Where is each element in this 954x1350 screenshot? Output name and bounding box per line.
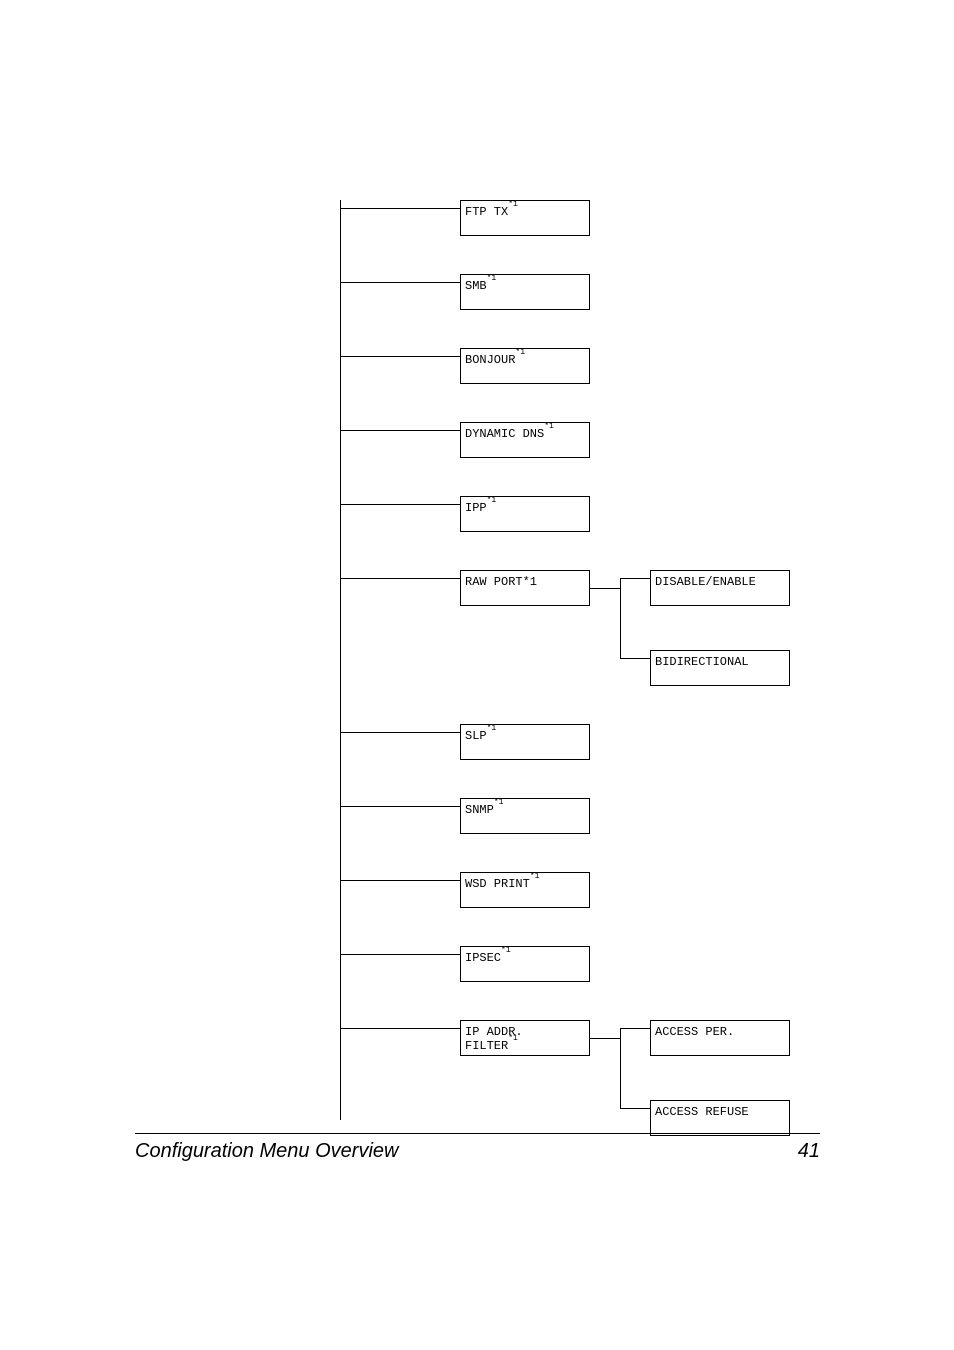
tree-connector — [340, 1028, 460, 1029]
footnote-ref: *1 — [530, 872, 540, 881]
menu-item-raw-port: RAW PORT*1 — [460, 570, 590, 606]
menu-item-smb: SMB*1 — [460, 274, 590, 310]
menu-item-access-refuse: ACCESS REFUSE — [650, 1100, 790, 1136]
footnote-ref: *1 — [501, 946, 511, 955]
footnote-ref: *1 — [494, 798, 504, 807]
footnote-ref: *1 — [544, 422, 554, 431]
menu-item-snmp: SNMP*1 — [460, 798, 590, 834]
menu-item-label: IPSEC — [465, 951, 501, 965]
page-footer: Configuration Menu Overview 41 — [135, 1140, 820, 1163]
menu-item-dynamic-dns: DYNAMIC DNS*1 — [460, 422, 590, 458]
tree-connector — [620, 1028, 650, 1029]
menu-item-label: ACCESS PER. — [655, 1025, 734, 1039]
tree-trunk — [340, 200, 341, 1120]
menu-item-slp: SLP*1 — [460, 724, 590, 760]
tree-connector — [340, 208, 460, 209]
menu-item-label: IPP — [465, 501, 487, 515]
menu-item-raw-port-bidirectional: BIDIRECTIONAL — [650, 650, 790, 686]
menu-item-label: SMB — [465, 279, 487, 293]
footnote-ref: *1 — [487, 496, 497, 505]
menu-item-label: ACCESS REFUSE — [655, 1105, 749, 1119]
menu-item-label: RAW PORT*1 — [465, 575, 537, 589]
tree-connector — [340, 356, 460, 357]
menu-item-label: DYNAMIC DNS — [465, 427, 544, 441]
menu-item-label: SNMP — [465, 803, 494, 817]
footnote-ref: *1 — [487, 724, 497, 733]
menu-item-label: BIDIRECTIONAL — [655, 655, 749, 669]
menu-tree-diagram: FTP TX*1 SMB*1 BONJOUR*1 DYNAMIC DNS*1 I… — [340, 200, 840, 1120]
footnote-ref: *1 — [487, 274, 497, 283]
menu-item-label: DISABLE/ENABLE — [655, 575, 756, 589]
tree-connector — [340, 282, 460, 283]
menu-item-ipp: IPP*1 — [460, 496, 590, 532]
tree-subtrunk — [620, 578, 621, 658]
menu-item-raw-port-disable-enable: DISABLE/ENABLE — [650, 570, 790, 606]
menu-item-label: BONJOUR — [465, 353, 515, 367]
tree-connector — [340, 880, 460, 881]
tree-connector — [340, 578, 460, 579]
footnote-ref: *1 — [508, 1034, 518, 1043]
menu-item-bonjour: BONJOUR*1 — [460, 348, 590, 384]
tree-connector — [340, 504, 460, 505]
tree-connector — [340, 954, 460, 955]
tree-connector — [620, 578, 650, 579]
menu-item-wsd-print: WSD PRINT*1 — [460, 872, 590, 908]
menu-item-ip-addr-filter: IP ADDR.FILTER*1 — [460, 1020, 590, 1056]
tree-connector — [620, 1108, 650, 1109]
footnote-ref: *1 — [515, 348, 525, 357]
footer-title: Configuration Menu Overview — [135, 1140, 398, 1163]
tree-connector — [340, 732, 460, 733]
footnote-ref: *1 — [508, 200, 518, 209]
document-page: FTP TX*1 SMB*1 BONJOUR*1 DYNAMIC DNS*1 I… — [0, 0, 954, 1350]
menu-item-access-per: ACCESS PER. — [650, 1020, 790, 1056]
menu-item-ipsec: IPSEC*1 — [460, 946, 590, 982]
tree-connector — [590, 588, 620, 589]
menu-item-label: FTP TX — [465, 205, 508, 219]
page-number: 41 — [798, 1140, 820, 1163]
tree-subtrunk — [620, 1028, 621, 1108]
menu-item-label: WSD PRINT — [465, 877, 530, 891]
menu-item-label: SLP — [465, 729, 487, 743]
menu-item-ftp-tx: FTP TX*1 — [460, 200, 590, 236]
tree-connector — [590, 1038, 620, 1039]
footer-rule — [135, 1133, 820, 1134]
tree-connector — [340, 430, 460, 431]
tree-connector — [340, 806, 460, 807]
tree-connector — [620, 658, 650, 659]
